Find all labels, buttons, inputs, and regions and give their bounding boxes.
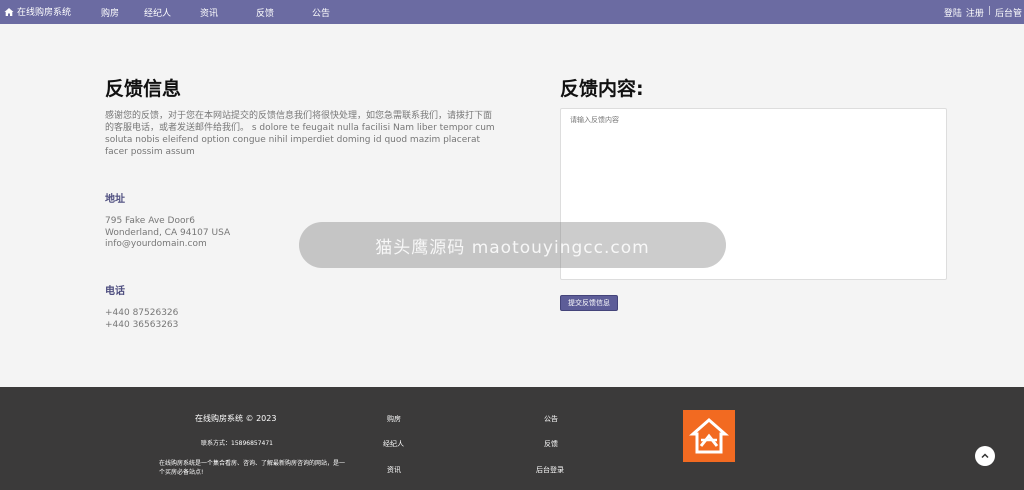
register-link[interactable]: 注册 (966, 6, 984, 19)
footer: 在线购房系统 © 2023 联系方式：15896857471 在线购房系统是一个… (0, 387, 1024, 490)
brand-name: 在线购房系统 (17, 8, 72, 18)
footer-link-feedback[interactable]: 反馈 (544, 439, 558, 449)
watermark-banner: 猫头鹰源码 maotouyingcc.com (299, 222, 726, 268)
nav-separator: | (987, 6, 991, 16)
footer-link-buy[interactable]: 购房 (387, 414, 401, 424)
site-logo (683, 410, 735, 462)
back-to-top-button[interactable] (975, 446, 995, 466)
login-link[interactable]: 登陆 (944, 6, 962, 19)
footer-link-agents[interactable]: 经纪人 (383, 439, 404, 449)
email-line: info@yourdomain.com (105, 239, 207, 249)
nav-link-buy[interactable]: 购房 (101, 6, 119, 19)
submit-feedback-button[interactable]: 提交反馈信息 (560, 295, 618, 311)
footer-link-news[interactable]: 资讯 (387, 465, 401, 475)
footer-contact: 联系方式：15896857471 (201, 440, 273, 447)
footer-link-admin-login[interactable]: 后台登录 (536, 465, 564, 475)
phone-line-1: +440 87526326 (105, 308, 179, 318)
house-logo-icon (689, 418, 729, 454)
admin-link[interactable]: 后台管 (995, 6, 1022, 19)
phone-line-2: +440 36563263 (105, 320, 179, 330)
footer-copyright: 在线购房系统 © 2023 (195, 414, 277, 423)
feedback-content-title: 反馈内容: (560, 78, 644, 100)
feedback-intro-text: 感谢您的反馈，对于您在本网站提交的反馈信息我们将很快处理，如您急需联系我们，请拨… (105, 111, 495, 157)
footer-description: 在线购房系统是一个集合看房、咨询、了解最新购房咨询的网站，是一个买房必备站点! (159, 460, 346, 476)
home-icon (4, 7, 14, 16)
address-line-2: Wonderland, CA 94107 USA (105, 228, 231, 238)
nav-link-notice[interactable]: 公告 (312, 6, 330, 19)
brand-link[interactable]: 在线购房系统 (4, 5, 71, 18)
address-title: 地址 (105, 194, 125, 205)
phone-title: 电话 (105, 286, 125, 297)
chevron-up-icon (981, 453, 989, 459)
nav-link-news[interactable]: 资讯 (200, 6, 218, 19)
feedback-info-title: 反馈信息 (105, 78, 182, 100)
nav-link-agents[interactable]: 经纪人 (144, 6, 171, 19)
top-navbar: 在线购房系统 购房 经纪人 资讯 反馈 公告 登陆 注册 | 后台管 (0, 0, 1024, 24)
nav-link-feedback[interactable]: 反馈 (256, 6, 274, 19)
address-line-1: 795 Fake Ave Door6 (105, 216, 195, 226)
auth-links: 登陆 注册 | 后台管 (944, 6, 1022, 19)
footer-link-notice[interactable]: 公告 (544, 414, 558, 424)
